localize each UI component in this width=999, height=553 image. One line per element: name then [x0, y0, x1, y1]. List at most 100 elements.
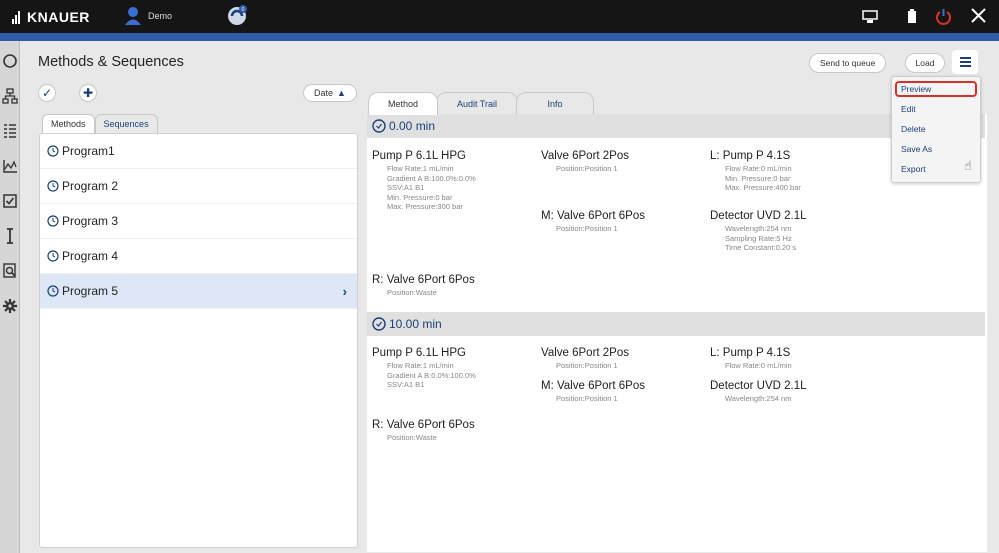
- close-icon[interactable]: [971, 8, 986, 23]
- device-block: R: Valve 6Port 6Pos Position:Waste: [372, 274, 475, 298]
- clock-icon: [47, 145, 59, 157]
- device-block: L: Pump P 4.1S Flow Rate:0 mL/min: [710, 347, 792, 371]
- device-title: Pump P 6.1L HPG: [372, 150, 466, 162]
- clock-icon: [372, 119, 386, 133]
- device-detail: Sampling Rate:5 Hz: [725, 233, 792, 243]
- menu-item-edit[interactable]: Edit: [901, 104, 916, 114]
- settings-gear-icon[interactable]: [2, 298, 18, 314]
- program-name: Program1: [62, 144, 115, 158]
- device-title: R: Valve 6Port 6Pos: [372, 274, 475, 286]
- device-detail: Wavelength:254 nm: [725, 224, 792, 233]
- list-item[interactable]: Program1: [40, 134, 357, 169]
- device-title: Valve 6Port 2Pos: [541, 347, 630, 359]
- caret-up-icon: ▲: [337, 88, 346, 98]
- device-title: Valve 6Port 2Pos: [541, 150, 630, 162]
- device-block: M: Valve 6Port 6Pos Position:Position 1: [541, 380, 645, 404]
- device-detail: SSV:A1 B1: [387, 380, 425, 389]
- tab-audit-trail[interactable]: Audit Trail: [436, 92, 518, 115]
- device-detail: Time Constant:0.20 s: [725, 243, 797, 252]
- list-icon[interactable]: [2, 123, 18, 139]
- device-detail: SSV:A1 B1: [387, 183, 425, 192]
- top-bar: KNAUER Demo 0: [0, 0, 999, 33]
- chevron-right-icon: ›: [342, 284, 347, 299]
- hand-cursor-icon: ☝: [964, 158, 972, 173]
- send-to-queue-button[interactable]: Send to queue: [809, 53, 887, 73]
- menu-item-save-as[interactable]: Save As: [901, 144, 932, 154]
- tab-method[interactable]: Method: [368, 92, 438, 115]
- list-item[interactable]: Program 4: [40, 239, 357, 274]
- device-detail: Position:Position 1: [556, 394, 618, 403]
- tab-methods[interactable]: Methods: [42, 114, 95, 133]
- device-detail: Position:Position 1: [556, 224, 618, 233]
- device-title: M: Valve 6Port 6Pos: [541, 210, 645, 222]
- monitor-icon[interactable]: [862, 10, 878, 24]
- device-detail: Max. Pressure:300 bar: [387, 202, 463, 211]
- program-name: Program 5: [62, 284, 119, 298]
- device-title: Pump P 6.1L HPG: [372, 347, 466, 359]
- add-button[interactable]: ✚: [79, 84, 97, 102]
- menu-item-export[interactable]: Export: [901, 164, 926, 174]
- checkbox-icon[interactable]: [2, 193, 18, 209]
- list-item-selected[interactable]: Program 5 ›: [40, 274, 357, 309]
- menu-item-preview[interactable]: Preview: [901, 84, 931, 94]
- shutdown-icon[interactable]: [935, 8, 952, 25]
- user-icon[interactable]: [124, 6, 142, 26]
- svg-text:0: 0: [242, 7, 245, 13]
- program-name: Program 2: [62, 179, 119, 193]
- knauer-logo: KNAUER: [12, 9, 90, 25]
- battery-icon: [908, 9, 916, 23]
- tab-info[interactable]: Info: [516, 92, 594, 115]
- program-list: Program1 Program 2 Program 3 Program 4 P…: [39, 133, 358, 548]
- search-document-icon[interactable]: [2, 263, 18, 279]
- checkmark-icon: ✓: [41, 86, 53, 100]
- detail-tabs: Method Audit Trail Info: [368, 92, 594, 115]
- brand-name: KNAUER: [27, 9, 90, 25]
- main-area: Methods & Sequences ✓ ✚ Date ▲ Methods S…: [20, 41, 999, 553]
- date-sort-button[interactable]: Date ▲: [303, 84, 357, 102]
- device-block: Pump P 6.1L HPG Flow Rate:1 mL/min Gradi…: [372, 347, 476, 390]
- timepoint-header: 10.00 min: [367, 312, 985, 336]
- hamburger-icon: [959, 57, 971, 59]
- network-icon[interactable]: [2, 88, 18, 104]
- device-detail: Wavelength:254 nm: [725, 394, 792, 403]
- device-block: R: Valve 6Port 6Pos Position:Waste: [372, 419, 475, 443]
- list-item[interactable]: Program 3: [40, 204, 357, 239]
- circle-icon[interactable]: [2, 53, 18, 69]
- menu-button[interactable]: [952, 50, 978, 74]
- select-button[interactable]: ✓: [38, 84, 56, 102]
- page-title: Methods & Sequences: [38, 54, 184, 70]
- timepoint-time: 10.00 min: [389, 317, 442, 331]
- load-button[interactable]: Load: [905, 53, 945, 73]
- accent-strip: [0, 33, 999, 41]
- date-sort-label: Date: [314, 88, 334, 98]
- device-title: Detector UVD 2.1L: [710, 380, 807, 392]
- device-block: L: Pump P 4.1S Flow Rate:0 mL/min Min. P…: [710, 150, 801, 193]
- clock-icon: [372, 317, 386, 331]
- device-title: M: Valve 6Port 6Pos: [541, 380, 645, 392]
- knauer-logo-icon: [12, 10, 22, 24]
- device-detail: Gradient A B:0.0%:100.0%: [387, 370, 476, 380]
- menu-item-delete[interactable]: Delete: [901, 124, 926, 134]
- device-block: M: Valve 6Port 6Pos Position:Position 1: [541, 210, 645, 234]
- instrument-icon[interactable]: [2, 228, 18, 244]
- timepoint-time: 0.00 min: [389, 119, 436, 133]
- tab-sequences[interactable]: Sequences: [94, 114, 158, 133]
- status-icon[interactable]: 0: [226, 3, 250, 27]
- device-detail: Gradient A B:100.0%:0.0%: [387, 173, 476, 183]
- list-item[interactable]: Program 2: [40, 169, 357, 204]
- device-detail: Max. Pressure:400 bar: [725, 183, 801, 192]
- device-title: L: Pump P 4.1S: [710, 150, 791, 162]
- clock-icon: [47, 285, 59, 297]
- device-block: Detector UVD 2.1L Wavelength:254 nm: [710, 380, 807, 404]
- device-detail: Position:Position 1: [556, 361, 618, 370]
- chart-icon[interactable]: [2, 158, 18, 174]
- plus-icon: ✚: [82, 86, 94, 100]
- device-detail: Flow Rate:0 mL/min: [725, 164, 792, 173]
- device-block: Detector UVD 2.1L Wavelength:254 nm Samp…: [710, 210, 807, 253]
- device-detail: Flow Rate:1 mL/min: [387, 361, 454, 370]
- clock-icon: [47, 250, 59, 262]
- device-detail: Position:Position 1: [556, 164, 618, 173]
- clock-icon: [47, 215, 59, 227]
- device-block: Valve 6Port 2Pos Position:Position 1: [541, 150, 629, 174]
- device-detail: Flow Rate:0 mL/min: [725, 361, 792, 370]
